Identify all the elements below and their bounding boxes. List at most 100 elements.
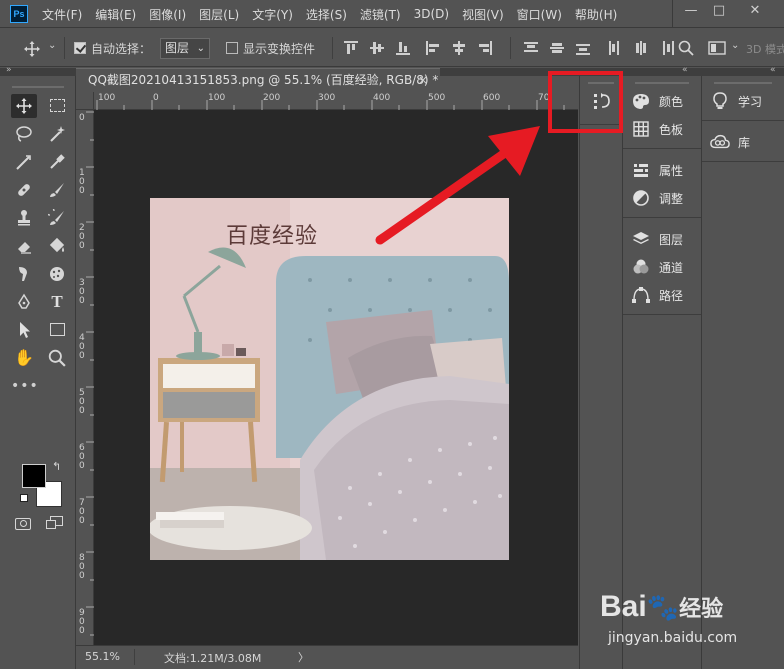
channels-circles-icon: [633, 259, 649, 274]
move-tool-icon[interactable]: [24, 41, 40, 57]
menu-image[interactable]: 图像(I): [149, 6, 186, 23]
align-left-icon[interactable]: [426, 41, 440, 55]
watermark-url: jingyan.baidu.com: [608, 630, 738, 646]
annotation-highlight-box: [548, 71, 623, 133]
properties-sliders-icon: [634, 163, 648, 177]
distribute-bottom-icon[interactable]: [576, 41, 590, 55]
smudge-tool-icon[interactable]: [11, 262, 37, 286]
panel-separator: [702, 161, 784, 162]
align-bottom-icon[interactable]: [396, 41, 410, 55]
distribute-horizontal-center-icon[interactable]: [634, 41, 648, 55]
crop-tool-icon[interactable]: [11, 150, 37, 174]
rectangle-tool-icon[interactable]: [44, 318, 70, 342]
menu-3d[interactable]: 3D(D): [414, 7, 449, 21]
align-vertical-center-icon[interactable]: [370, 41, 384, 55]
bedroom-photo: [150, 198, 509, 560]
close-tab-icon[interactable]: ×: [418, 69, 428, 91]
auto-select-checkbox[interactable]: [74, 42, 86, 54]
annotation-arrow: [375, 126, 540, 245]
type-tool-icon[interactable]: T: [44, 290, 70, 314]
image-text-overlay: 百度经验: [226, 224, 319, 249]
eyedropper-tool-icon[interactable]: [44, 150, 70, 174]
panel-layers[interactable]: 图层: [631, 226, 683, 252]
collapse-panels-icon[interactable]: «: [682, 65, 688, 75]
default-colors-icon[interactable]: [20, 494, 28, 502]
ruler-origin[interactable]: [76, 92, 94, 110]
panel-properties[interactable]: 属性: [631, 157, 683, 183]
vertical-ruler[interactable]: 0 1 0 0 2 0 0 3 0 0 4 0 0 5 0 0 6 0 0 7 …: [76, 92, 94, 645]
show-transform-checkbox[interactable]: [226, 42, 238, 54]
panel-learn[interactable]: 学习: [710, 88, 762, 114]
document-image[interactable]: 百度经验: [150, 198, 509, 560]
layers-stack-icon: [633, 232, 649, 244]
toolbar-grip: [12, 86, 64, 88]
swap-colors-icon[interactable]: ↰: [52, 460, 61, 473]
panel-color[interactable]: 颜色: [631, 88, 683, 114]
ruler-label: 600: [483, 93, 501, 103]
brush-tool-icon[interactable]: [44, 178, 70, 202]
move-tool-icon[interactable]: [11, 94, 37, 118]
panel-channels-label: 通道: [659, 260, 684, 275]
ruler-label: 200: [263, 93, 281, 103]
menu-type[interactable]: 文字(Y): [252, 6, 293, 23]
history-brush-tool-icon[interactable]: [44, 206, 70, 230]
panel-swatches[interactable]: 色板: [631, 116, 683, 142]
chevron-down-icon[interactable]: ⌄: [48, 40, 56, 51]
distribute-vertical-center-icon[interactable]: [550, 41, 564, 55]
document-tab[interactable]: QQ截图20210413151853.png @ 55.1% (百度经验, RG…: [76, 68, 440, 92]
collapse-panels-icon[interactable]: «: [770, 65, 776, 75]
path-selection-tool-icon[interactable]: [11, 318, 37, 342]
distribute-top-icon[interactable]: [524, 41, 538, 55]
workspace-icon[interactable]: [708, 41, 726, 55]
clone-stamp-tool-icon[interactable]: [11, 206, 37, 230]
ruler-label: 100: [98, 93, 116, 103]
menu-help[interactable]: 帮助(H): [575, 6, 617, 23]
foreground-color-swatch[interactable]: [22, 464, 46, 488]
zoom-tool-icon[interactable]: [44, 346, 70, 370]
auto-select-value: 图层: [165, 41, 190, 55]
pen-tool-icon[interactable]: [11, 290, 37, 314]
align-right-icon[interactable]: [478, 41, 492, 55]
minimize-button[interactable]: —: [676, 0, 706, 22]
menu-window[interactable]: 窗口(W): [517, 6, 562, 23]
ruler-label: 500: [428, 93, 446, 103]
maximize-button[interactable]: □: [704, 0, 734, 22]
align-horizontal-center-icon[interactable]: [452, 41, 466, 55]
expand-toolbar-icon[interactable]: »: [6, 65, 12, 75]
panel-properties-label: 属性: [659, 163, 684, 178]
distribute-right-icon[interactable]: [660, 41, 674, 55]
quick-mask-icon[interactable]: [15, 518, 31, 530]
ruler-label: 2 0 0: [79, 223, 85, 251]
align-top-icon[interactable]: [344, 41, 358, 55]
panel-paths[interactable]: 路径: [631, 282, 683, 308]
horizontal-ruler[interactable]: 100 0 100 200 300 400 500 600 70: [76, 92, 578, 110]
panel-libraries[interactable]: 库: [710, 129, 750, 155]
menu-filter[interactable]: 滤镜(T): [360, 6, 401, 23]
panel-swatches-label: 色板: [659, 122, 684, 137]
status-menu-arrow[interactable]: 〉: [298, 649, 309, 665]
edit-toolbar-icon[interactable]: •••: [11, 374, 38, 398]
eraser-tool-icon[interactable]: [11, 234, 37, 258]
marquee-tool-icon[interactable]: [44, 94, 70, 118]
divider: [134, 649, 135, 665]
search-icon[interactable]: [678, 40, 694, 56]
healing-brush-tool-icon[interactable]: [11, 178, 37, 202]
menu-edit[interactable]: 编辑(E): [95, 6, 136, 23]
menu-file[interactable]: 文件(F): [42, 6, 82, 23]
zoom-level[interactable]: 55.1%: [85, 650, 120, 663]
magic-wand-tool-icon[interactable]: [44, 122, 70, 146]
menu-layer[interactable]: 图层(L): [199, 6, 239, 23]
panel-channels[interactable]: 通道: [631, 254, 683, 280]
distribute-left-icon[interactable]: [608, 41, 622, 55]
chevron-down-icon[interactable]: ⌄: [731, 40, 739, 51]
panel-adjustments[interactable]: 调整: [631, 185, 683, 211]
sponge-tool-icon[interactable]: [44, 262, 70, 286]
menu-view[interactable]: 视图(V): [462, 6, 504, 23]
menu-select[interactable]: 选择(S): [306, 6, 347, 23]
auto-select-dropdown[interactable]: 图层 ⌄: [160, 38, 210, 59]
collapsed-panel-column: [579, 76, 622, 669]
lasso-tool-icon[interactable]: [11, 122, 37, 146]
paint-bucket-tool-icon[interactable]: [44, 234, 70, 258]
close-window-button[interactable]: ✕: [740, 0, 770, 22]
screen-mode-icon[interactable]: [46, 516, 64, 530]
